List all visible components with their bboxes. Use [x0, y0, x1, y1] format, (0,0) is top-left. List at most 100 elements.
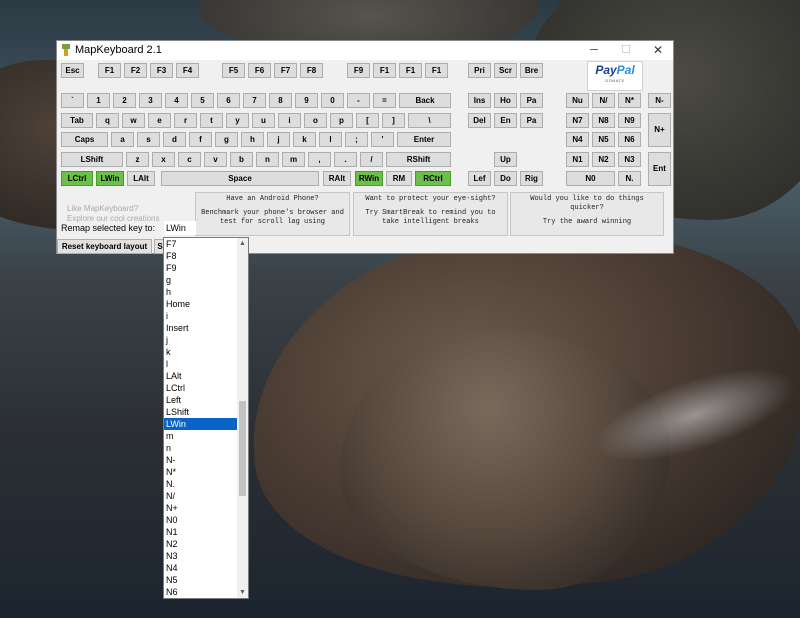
key-num-multiply[interactable]: N* [618, 93, 641, 108]
dropdown-option[interactable]: F8 [164, 250, 237, 262]
key-scrolllock[interactable]: Scr [494, 63, 517, 78]
key-semicolon[interactable]: ; [345, 132, 368, 147]
dropdown-option[interactable]: F7 [164, 238, 237, 250]
scroll-thumb[interactable] [239, 401, 246, 496]
key-x[interactable]: x [152, 152, 175, 167]
key-e[interactable]: e [148, 113, 171, 128]
key-printscreen[interactable]: Pri [468, 63, 491, 78]
key-numlock[interactable]: Nu [566, 93, 589, 108]
key-t[interactable]: t [200, 113, 223, 128]
key-h[interactable]: h [241, 132, 264, 147]
key-f7[interactable]: F7 [274, 63, 297, 78]
maximize-button[interactable]: ☐ [611, 41, 641, 60]
key-j[interactable]: j [267, 132, 290, 147]
key-num-0[interactable]: N0 [566, 171, 615, 186]
key-equals[interactable]: = [373, 93, 396, 108]
key-o[interactable]: o [304, 113, 327, 128]
dropdown-option[interactable]: F9 [164, 262, 237, 274]
dropdown-option[interactable]: LCtrl [164, 382, 237, 394]
key-right[interactable]: Rig [520, 171, 543, 186]
dropdown-option[interactable]: j [164, 334, 237, 346]
dropdown-option[interactable]: Home [164, 298, 237, 310]
key-c[interactable]: c [178, 152, 201, 167]
dropdown-option[interactable]: LShift [164, 406, 237, 418]
key-1[interactable]: 1 [87, 93, 110, 108]
dropdown-option[interactable]: N2 [164, 538, 237, 550]
key-u[interactable]: u [252, 113, 275, 128]
key-f12[interactable]: F1 [425, 63, 448, 78]
key-right-alt[interactable]: RAlt [323, 171, 351, 186]
key-num-5[interactable]: N5 [592, 132, 615, 147]
key-k[interactable]: k [293, 132, 316, 147]
key-comma[interactable]: , [308, 152, 331, 167]
dropdown-option[interactable]: N/ [164, 490, 237, 502]
key-y[interactable]: y [226, 113, 249, 128]
key-a[interactable]: a [111, 132, 134, 147]
remap-key-select[interactable]: LWin [164, 221, 196, 235]
key-f3[interactable]: F3 [150, 63, 173, 78]
dropdown-option[interactable]: k [164, 346, 237, 358]
key-pageup[interactable]: Pa [520, 93, 543, 108]
key-f10[interactable]: F1 [373, 63, 396, 78]
remap-key-dropdown-list[interactable]: F7 F8 F9 g h Home i Insert j k l LAlt LCtrl Left LShif… [163, 237, 249, 599]
key-capslock[interactable]: Caps [61, 132, 108, 147]
key-delete[interactable]: Del [468, 113, 491, 128]
key-backslash[interactable]: \ [408, 113, 451, 128]
key-left[interactable]: Lef [468, 171, 491, 186]
key-0[interactable]: 0 [321, 93, 344, 108]
key-left-shift[interactable]: LShift [61, 152, 123, 167]
key-right-menu[interactable]: RM [386, 171, 412, 186]
dropdown-option[interactable]: N6 [164, 586, 237, 598]
key-f11[interactable]: F1 [399, 63, 422, 78]
key-3[interactable]: 3 [139, 93, 162, 108]
key-b[interactable]: b [230, 152, 253, 167]
key-backspace[interactable]: Back [399, 93, 451, 108]
key-num-7[interactable]: N7 [566, 113, 589, 128]
key-left-alt[interactable]: LAlt [127, 171, 155, 186]
key-num-8[interactable]: N8 [592, 113, 615, 128]
key-f1[interactable]: F1 [98, 63, 121, 78]
key-f8[interactable]: F8 [300, 63, 323, 78]
key-num-minus[interactable]: N- [648, 93, 671, 108]
dropdown-option[interactable]: m [164, 430, 237, 442]
dropdown-option[interactable]: N- [164, 454, 237, 466]
dropdown-option[interactable]: N5 [164, 574, 237, 586]
key-num-9[interactable]: N9 [618, 113, 641, 128]
key-period[interactable]: . [334, 152, 357, 167]
key-num-1[interactable]: N1 [566, 152, 589, 167]
key-left-ctrl[interactable]: LCtrl [61, 171, 93, 186]
dropdown-option[interactable]: N* [164, 466, 237, 478]
key-pagedown[interactable]: Pa [520, 113, 543, 128]
key-f5[interactable]: F5 [222, 63, 245, 78]
key-m[interactable]: m [282, 152, 305, 167]
key-backtick[interactable]: ` [61, 93, 84, 108]
key-f9[interactable]: F9 [347, 63, 370, 78]
ad-productivity[interactable]: Would you like to do things quicker? Try… [510, 192, 664, 236]
paypal-donate-button[interactable]: PayPal DONATE [587, 61, 643, 91]
key-down[interactable]: Do [494, 171, 517, 186]
key-6[interactable]: 6 [217, 93, 240, 108]
scroll-up-icon[interactable]: ▲ [237, 238, 248, 249]
key-l[interactable]: l [319, 132, 342, 147]
key-close-bracket[interactable]: ] [382, 113, 405, 128]
key-r[interactable]: r [174, 113, 197, 128]
key-z[interactable]: z [126, 152, 149, 167]
minimize-button[interactable]: ─ [579, 41, 609, 60]
dropdown-option[interactable]: l [164, 358, 237, 370]
key-9[interactable]: 9 [295, 93, 318, 108]
key-enter[interactable]: Enter [397, 132, 451, 147]
dropdown-option[interactable]: g [164, 274, 237, 286]
key-num-enter[interactable]: Ent [648, 152, 671, 186]
reset-layout-button[interactable]: Reset keyboard layout [57, 239, 152, 254]
key-g[interactable]: g [215, 132, 238, 147]
key-4[interactable]: 4 [165, 93, 188, 108]
ad-android-benchmark[interactable]: Have an Android Phone? Benchmark your ph… [195, 192, 350, 236]
key-slash[interactable]: / [360, 152, 383, 167]
key-right-ctrl[interactable]: RCtrl [415, 171, 451, 186]
promo-text[interactable]: Like MapKeyboard? Explore our cool creat… [67, 204, 160, 224]
dropdown-option[interactable]: LAlt [164, 370, 237, 382]
key-v[interactable]: v [204, 152, 227, 167]
key-8[interactable]: 8 [269, 93, 292, 108]
dropdown-option[interactable]: N1 [164, 526, 237, 538]
key-tab[interactable]: Tab [61, 113, 93, 128]
